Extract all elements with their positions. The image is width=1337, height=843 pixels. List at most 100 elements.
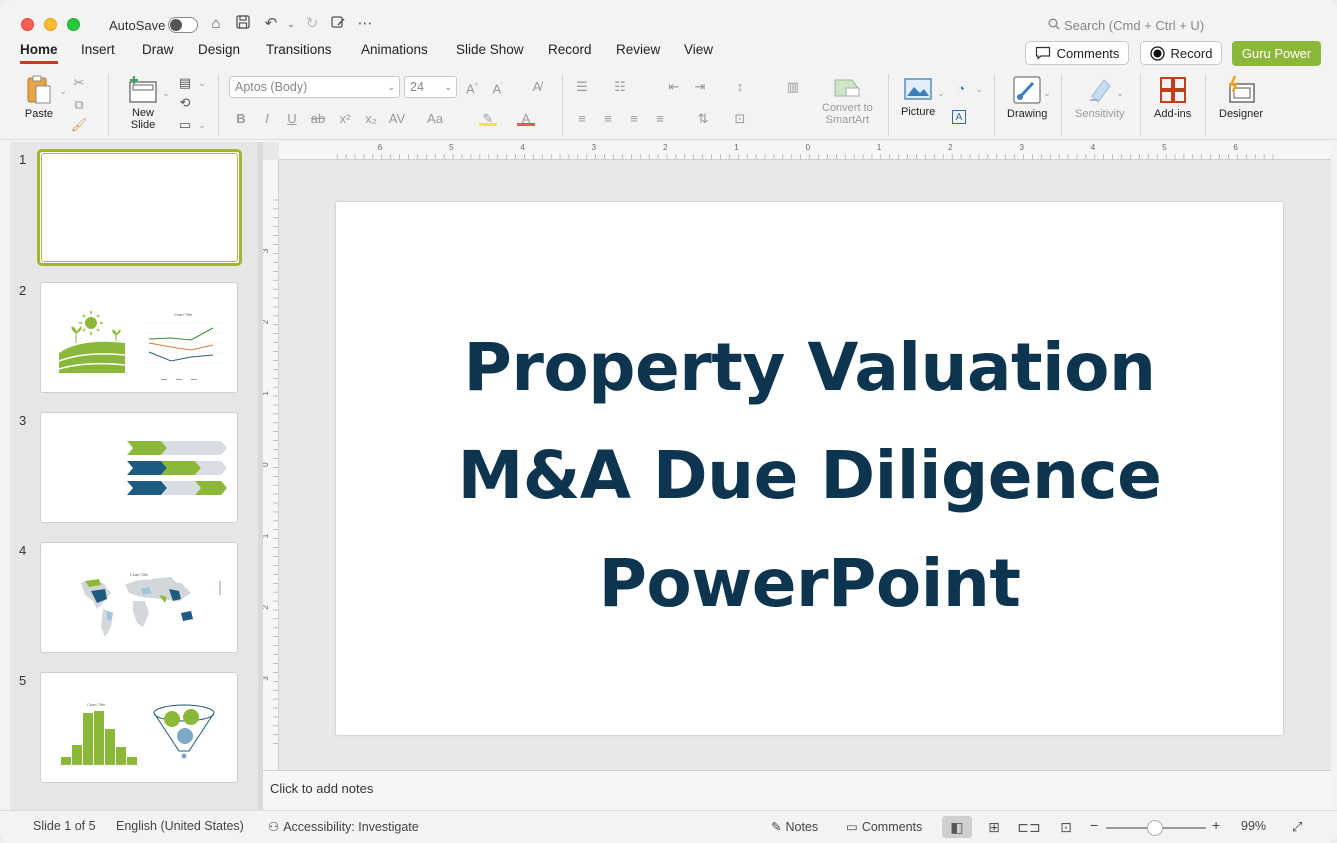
sensitivity-dropdown-icon[interactable]: ⌄ <box>1111 84 1129 102</box>
slide-thumbnail-1[interactable] <box>37 149 242 266</box>
paste-label: Paste <box>24 108 54 120</box>
font-size-value: 24 <box>410 80 424 94</box>
thumb-number: 5 <box>19 673 27 688</box>
search-box[interactable]: Search (Cmd + Ctrl + U) <box>1048 18 1204 33</box>
tab-draw[interactable]: Draw <box>142 42 174 61</box>
convert-smartart-button[interactable]: Convert to SmartArt <box>822 76 873 126</box>
superscript-icon[interactable]: x² <box>336 110 354 128</box>
tab-insert[interactable]: Insert <box>81 42 115 61</box>
subscript-icon[interactable]: x₂ <box>362 110 380 128</box>
accessibility-button[interactable]: ⚇ Accessibility: Investigate <box>268 819 419 834</box>
line-spacing-icon[interactable]: ↕ <box>731 78 749 96</box>
addins-button[interactable]: Add-ins <box>1154 74 1191 120</box>
ribbon-tabs: Home Insert Draw Design Transitions Anim… <box>0 42 1337 64</box>
picture-label: Picture <box>901 106 936 118</box>
format-painter-icon[interactable]: 🖌 <box>70 116 88 134</box>
paste-button[interactable]: Paste <box>23 74 55 120</box>
cut-icon[interactable]: ✂ <box>70 74 88 92</box>
autosave-toggle[interactable] <box>168 17 198 33</box>
tab-animations[interactable]: Animations <box>361 42 428 61</box>
guru-power-button[interactable]: Guru Power <box>1232 41 1321 66</box>
bullets-icon[interactable]: ☰ <box>573 78 591 96</box>
columns-icon[interactable]: ▥ <box>784 78 802 96</box>
zoom-level[interactable]: 99% <box>1241 819 1266 833</box>
font-name-field[interactable]: Aptos (Body) ⌄ <box>229 76 400 98</box>
new-slide-button[interactable]: New Slide <box>127 74 159 131</box>
close-window-button[interactable] <box>21 18 34 31</box>
underline-icon[interactable]: U <box>283 110 301 128</box>
character-spacing-icon[interactable]: AV <box>388 110 406 128</box>
notes-pane[interactable]: Click to add notes <box>263 770 1331 810</box>
align-text-icon[interactable]: ⊡ <box>731 110 749 128</box>
tab-record[interactable]: Record <box>548 42 592 61</box>
zoom-out-button[interactable]: − <box>1090 817 1098 833</box>
align-center-icon[interactable]: ≡ <box>599 110 617 128</box>
slide-sorter-button[interactable]: ⊞ <box>979 816 1009 838</box>
redo-icon[interactable]: ↻ <box>302 14 322 34</box>
slideshow-button[interactable]: ⊡ <box>1051 816 1081 838</box>
tab-review[interactable]: Review <box>616 42 660 61</box>
record-button[interactable]: Record <box>1140 41 1222 65</box>
home-icon[interactable]: ⌂ <box>206 14 226 34</box>
slide-thumbnail-3[interactable] <box>40 412 238 523</box>
zoom-in-button[interactable]: + <box>1212 817 1220 833</box>
tab-view[interactable]: View <box>684 42 713 61</box>
justify-icon[interactable]: ≡ <box>651 110 669 128</box>
section-icon[interactable]: ▭ <box>176 116 194 134</box>
picture-dropdown-icon[interactable]: ⌄ <box>932 84 950 102</box>
designer-button[interactable]: Designer <box>1219 74 1263 120</box>
layout-dropdown-icon[interactable]: ⌄ <box>193 74 211 92</box>
sensitivity-label: Sensitivity <box>1075 108 1125 120</box>
fit-to-window-icon[interactable]: ⤢ <box>1292 819 1302 835</box>
comments-toggle-button[interactable]: ▭ Comments <box>846 819 922 834</box>
more-options-icon[interactable]: ⋯ <box>355 14 375 34</box>
decrease-indent-icon[interactable]: ⇤ <box>665 78 683 96</box>
comments-button[interactable]: Comments <box>1025 41 1129 65</box>
reading-view-button[interactable]: ⊏⊐ <box>1014 816 1044 838</box>
text-box-icon[interactable]: A <box>952 110 966 124</box>
text-direction-icon[interactable]: ⇅ <box>694 110 712 128</box>
undo-dropdown-icon[interactable]: ⌄ <box>281 14 301 34</box>
new-slide-dropdown-icon[interactable]: ⌄ <box>157 84 175 102</box>
current-slide[interactable]: Property Valuation M&A Due Diligence Pow… <box>336 202 1283 735</box>
increase-indent-icon[interactable]: ⇥ <box>691 78 709 96</box>
change-case-icon[interactable]: Aa <box>426 110 444 128</box>
normal-view-button[interactable]: ◧ <box>942 816 972 838</box>
tab-slide-show[interactable]: Slide Show <box>456 42 524 61</box>
decrease-font-icon[interactable]: Aˇ <box>489 78 507 96</box>
zoom-slider-handle[interactable] <box>1147 820 1163 836</box>
align-left-icon[interactable]: ≡ <box>573 110 591 128</box>
slide-thumbnail-2[interactable]: Chart Title <box>40 282 238 393</box>
tab-home[interactable]: Home <box>20 42 58 64</box>
increase-font-icon[interactable]: A^ <box>463 78 481 96</box>
shapes-icon[interactable]: ◔ <box>952 80 970 98</box>
strikethrough-icon[interactable]: ab <box>309 110 327 128</box>
slide-title-textbox[interactable]: Property Valuation M&A Due Diligence Pow… <box>336 314 1283 638</box>
font-color-icon[interactable]: A <box>517 110 535 126</box>
shapes-dropdown-icon[interactable]: ⌄ <box>970 80 988 98</box>
align-right-icon[interactable]: ≡ <box>625 110 643 128</box>
copy-icon[interactable]: ⧉ <box>70 96 88 114</box>
italic-icon[interactable]: I <box>258 110 276 128</box>
drawing-dropdown-icon[interactable]: ⌄ <box>1038 84 1056 102</box>
picture-button[interactable]: Picture <box>901 76 935 118</box>
language-indicator[interactable]: English (United States) <box>116 819 244 833</box>
notes-toggle-button[interactable]: ✎ Notes <box>771 819 818 834</box>
customize-icon[interactable] <box>328 14 348 34</box>
clear-formatting-icon[interactable]: A̸ <box>528 78 546 96</box>
bold-icon[interactable]: B <box>232 110 250 128</box>
tab-design[interactable]: Design <box>198 42 240 61</box>
slide-thumbnail-5[interactable]: Chart Title <box>40 672 238 783</box>
highlight-icon[interactable]: ✎ <box>479 110 497 126</box>
font-size-field[interactable]: 24 ⌄ <box>404 76 457 98</box>
numbering-icon[interactable]: ☷ <box>611 78 629 96</box>
section-dropdown-icon[interactable]: ⌄ <box>193 116 211 134</box>
minimize-window-button[interactable] <box>44 18 57 31</box>
reset-slide-icon[interactable]: ⟲ <box>176 94 194 112</box>
save-icon[interactable] <box>233 14 253 34</box>
layout-icon[interactable]: ▤ <box>176 74 194 92</box>
maximize-window-button[interactable] <box>67 18 80 31</box>
undo-icon[interactable]: ↶ <box>261 14 281 34</box>
tab-transitions[interactable]: Transitions <box>266 42 332 61</box>
slide-thumbnail-4[interactable]: Chart Title <box>40 542 238 653</box>
